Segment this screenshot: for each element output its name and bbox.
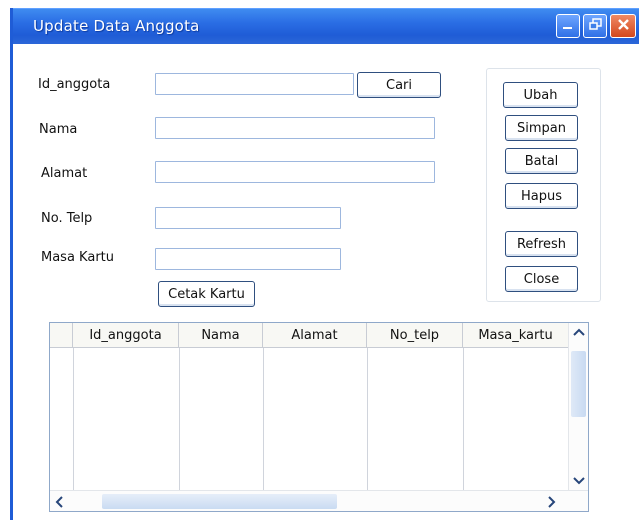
hapus-button[interactable]: Hapus <box>505 183 578 209</box>
scroll-right-icon[interactable] <box>547 496 556 511</box>
masa-kartu-field[interactable] <box>155 248 341 270</box>
no-telp-label: No. Telp <box>41 211 93 226</box>
horizontal-scroll-thumb[interactable] <box>102 494 337 509</box>
column-divider <box>179 348 180 490</box>
table-header: Id_anggota Nama Alamat No_telp Masa_kart… <box>50 323 568 348</box>
nama-field[interactable] <box>155 117 435 139</box>
scroll-up-icon[interactable] <box>573 327 585 340</box>
alamat-label: Alamat <box>41 166 88 181</box>
ubah-button[interactable]: Ubah <box>503 82 578 108</box>
scroll-down-icon[interactable] <box>573 475 585 488</box>
refresh-button[interactable]: Refresh <box>505 231 578 257</box>
alamat-field[interactable] <box>155 161 435 183</box>
cetak-kartu-button[interactable]: Cetak Kartu <box>158 281 255 307</box>
minimize-button[interactable] <box>556 14 580 38</box>
id-anggota-label: Id_anggota <box>38 77 111 92</box>
close-window-button[interactable] <box>610 14 636 38</box>
column-header-alamat[interactable]: Alamat <box>263 323 367 348</box>
title-bar[interactable]: Update Data Anggota <box>13 8 639 44</box>
maximize-button[interactable] <box>583 14 607 38</box>
window-title: Update Data Anggota <box>33 17 200 35</box>
column-header-no-telp[interactable]: No_telp <box>367 323 463 348</box>
update-data-anggota-window: Update Data Anggota Id_anggota Cari Nama… <box>10 8 639 520</box>
column-divider <box>367 348 368 490</box>
row-header-corner <box>50 323 73 348</box>
no-telp-field[interactable] <box>155 207 341 229</box>
column-divider <box>463 348 464 490</box>
column-header-nama[interactable]: Nama <box>179 323 263 348</box>
nama-label: Nama <box>39 122 78 137</box>
anggota-table[interactable]: Id_anggota Nama Alamat No_telp Masa_kart… <box>49 322 589 512</box>
masa-kartu-label: Masa Kartu <box>41 250 114 265</box>
batal-button[interactable]: Batal <box>505 148 578 174</box>
simpan-button[interactable]: Simpan <box>505 115 578 141</box>
cari-button[interactable]: Cari <box>357 72 441 98</box>
close-icon <box>617 18 630 34</box>
column-header-masa-kartu[interactable]: Masa_kartu <box>463 323 568 348</box>
close-button[interactable]: Close <box>505 266 578 292</box>
maximize-icon <box>588 18 602 34</box>
column-divider <box>73 348 74 490</box>
minimize-icon <box>562 19 574 34</box>
vertical-scroll-thumb[interactable] <box>571 351 586 417</box>
vertical-scrollbar[interactable] <box>568 323 588 491</box>
horizontal-scrollbar[interactable] <box>50 490 588 511</box>
column-divider <box>263 348 264 490</box>
id-anggota-field[interactable] <box>155 73 354 95</box>
column-header-id-anggota[interactable]: Id_anggota <box>73 323 179 348</box>
scroll-left-icon[interactable] <box>55 496 64 511</box>
